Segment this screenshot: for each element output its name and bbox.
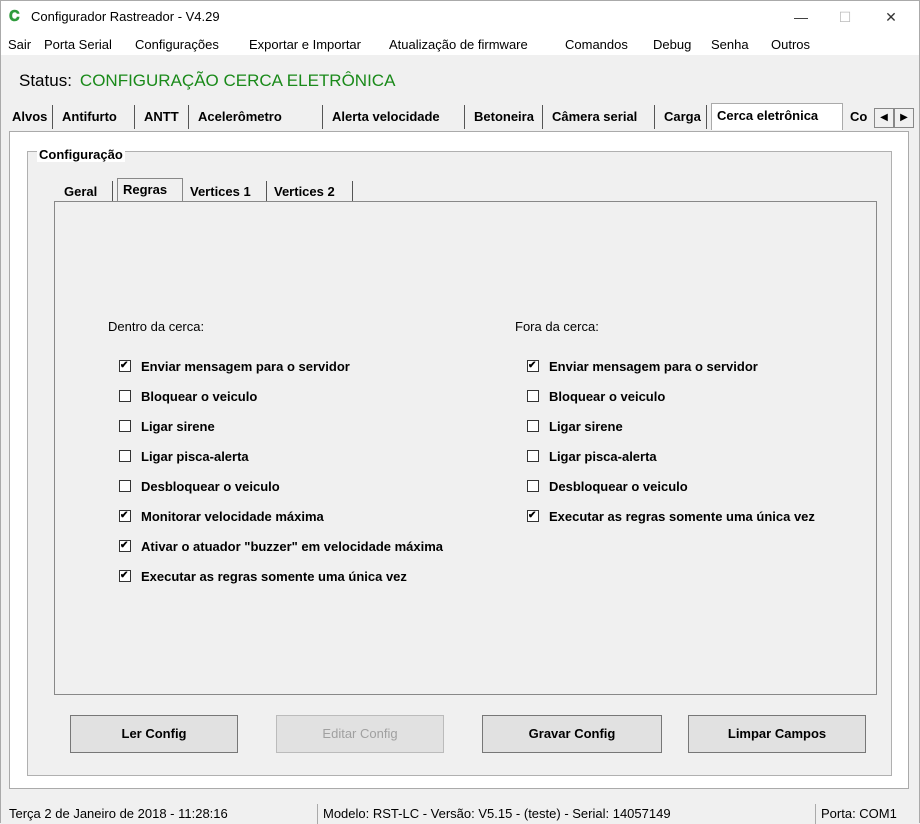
checkbox[interactable] — [119, 360, 131, 372]
statusbar-model: Modelo: RST-LC - Versão: V5.15 - (teste)… — [323, 806, 671, 821]
tab-antt[interactable]: ANTT — [139, 105, 189, 129]
gravar-config-button[interactable]: Gravar Config — [482, 715, 662, 753]
window-title: Configurador Rastreador - V4.29 — [31, 9, 220, 24]
checkbox[interactable] — [119, 420, 131, 432]
checkbox[interactable] — [527, 480, 539, 492]
checkbox-label: Ativar o atuador "buzzer" em velocidade … — [141, 538, 444, 554]
checkbox[interactable] — [527, 510, 539, 522]
tab-geral[interactable]: Geral — [59, 181, 113, 203]
dentro-checkbox-row[interactable]: Ativar o atuador "buzzer" em velocidade … — [119, 537, 443, 555]
checkbox-label: Desbloquear o veiculo — [549, 478, 688, 494]
menu-atualizacao-firmware[interactable]: Atualização de firmware — [389, 37, 528, 52]
menu-debug[interactable]: Debug — [653, 37, 691, 52]
checkbox-label: Bloquear o veiculo — [141, 388, 258, 404]
groupbox-title: Configuração — [37, 147, 125, 162]
checkbox-label: Enviar mensagem para o servidor — [549, 358, 758, 374]
menu-configuracoes[interactable]: Configurações — [135, 37, 219, 52]
tab-cerca-eletronica[interactable]: Cerca eletrônica — [711, 103, 843, 130]
tab-betoneira[interactable]: Betoneira — [469, 105, 543, 129]
title-bar: 𝐂 Configurador Rastreador - V4.29 — ☐ ✕ — [1, 1, 919, 33]
tab-regras[interactable]: Regras — [117, 178, 183, 202]
fora-checkbox-row[interactable]: Executar as regras somente uma única vez — [527, 507, 815, 525]
dentro-checkbox-row[interactable]: Ligar sirene — [119, 417, 215, 435]
app-logo-icon: 𝐂 — [9, 8, 20, 25]
fora-checkbox-row[interactable]: Desbloquear o veiculo — [527, 477, 688, 495]
checkbox[interactable] — [527, 450, 539, 462]
checkbox-label: Ligar sirene — [549, 418, 623, 434]
status-line: Status: CONFIGURAÇÃO CERCA ELETRÔNICA — [19, 71, 395, 91]
fora-checkbox-row[interactable]: Ligar sirene — [527, 417, 623, 435]
checkbox-label: Ligar pisca-alerta — [549, 448, 657, 464]
fora-checkbox-row[interactable]: Ligar pisca-alerta — [527, 447, 657, 465]
checkbox[interactable] — [527, 390, 539, 402]
checkbox-label: Enviar mensagem para o servidor — [141, 358, 350, 374]
close-button[interactable]: ✕ — [869, 5, 913, 29]
menu-bar: Sair Porta Serial Configurações Exportar… — [1, 33, 919, 55]
status-bar: Terça 2 de Janeiro de 2018 - 11:28:16 Mo… — [1, 803, 919, 824]
tab-antifurto[interactable]: Antifurto — [57, 105, 135, 129]
checkbox-label: Desbloquear o veiculo — [141, 478, 280, 494]
limpar-campos-button[interactable]: Limpar Campos — [688, 715, 866, 753]
tab-vertices-1[interactable]: Vertices 1 — [185, 181, 267, 203]
checkbox[interactable] — [527, 420, 539, 432]
checkbox-label: Executar as regras somente uma única vez — [549, 508, 815, 524]
checkbox-label: Executar as regras somente uma única vez — [141, 568, 407, 584]
dentro-checkbox-row[interactable]: Executar as regras somente uma única vez — [119, 567, 407, 585]
fora-checkbox-row[interactable]: Bloquear o veiculo — [527, 387, 665, 405]
menu-sair[interactable]: Sair — [8, 37, 31, 52]
checkbox[interactable] — [119, 390, 131, 402]
tab-scroll-right-icon[interactable]: ▶ — [894, 108, 914, 128]
dentro-checkbox-row[interactable]: Desbloquear o veiculo — [119, 477, 280, 495]
menu-comandos[interactable]: Comandos — [565, 37, 628, 52]
fora-title: Fora da cerca: — [515, 319, 599, 334]
tab-scroll-left-icon[interactable]: ◀ — [874, 108, 894, 128]
ler-config-button[interactable]: Ler Config — [70, 715, 238, 753]
checkbox[interactable] — [119, 570, 131, 582]
tab-carga[interactable]: Carga — [659, 105, 707, 129]
checkbox[interactable] — [119, 480, 131, 492]
menu-senha[interactable]: Senha — [711, 37, 749, 52]
statusbar-datetime: Terça 2 de Janeiro de 2018 - 11:28:16 — [9, 806, 228, 821]
dentro-checkbox-row[interactable]: Ligar pisca-alerta — [119, 447, 249, 465]
status-value: CONFIGURAÇÃO CERCA ELETRÔNICA — [79, 71, 396, 90]
app-window: 𝐂 Configurador Rastreador - V4.29 — ☐ ✕ … — [0, 0, 920, 824]
statusbar-divider — [815, 804, 816, 824]
tab-alvos[interactable]: Alvos — [7, 105, 53, 129]
checkbox-label: Ligar pisca-alerta — [141, 448, 249, 464]
menu-exportar-importar[interactable]: Exportar e Importar — [249, 37, 361, 52]
menu-porta-serial[interactable]: Porta Serial — [44, 37, 112, 52]
tab-scroll-buttons: ◀ ▶ — [874, 108, 916, 128]
maximize-button[interactable]: ☐ — [823, 5, 867, 29]
checkbox[interactable] — [119, 450, 131, 462]
tab-camera-serial[interactable]: Câmera serial — [547, 105, 655, 129]
menu-outros[interactable]: Outros — [771, 37, 810, 52]
dentro-checkbox-row[interactable]: Monitorar velocidade máxima — [119, 507, 324, 525]
checkbox[interactable] — [119, 540, 131, 552]
status-label: Status: — [19, 71, 72, 90]
checkbox[interactable] — [527, 360, 539, 372]
checkbox-label: Bloquear o veiculo — [549, 388, 666, 404]
checkbox-label: Monitorar velocidade máxima — [141, 508, 324, 524]
checkbox[interactable] — [119, 510, 131, 522]
dentro-title: Dentro da cerca: — [108, 319, 205, 334]
tab-co[interactable]: Co — [845, 105, 875, 129]
tab-alerta-velocidade[interactable]: Alerta velocidade — [327, 105, 465, 129]
dentro-checkbox-row[interactable]: Bloquear o veiculo — [119, 387, 257, 405]
fora-checkbox-row[interactable]: Enviar mensagem para o servidor — [527, 357, 758, 375]
checkbox-label: Ligar sirene — [141, 418, 215, 434]
statusbar-divider — [317, 804, 318, 824]
minimize-button[interactable]: — — [779, 5, 823, 29]
dentro-checkbox-row[interactable]: Enviar mensagem para o servidor — [119, 357, 350, 375]
tab-vertices-2[interactable]: Vertices 2 — [269, 181, 353, 203]
tab-acelerometro[interactable]: Acelerômetro — [193, 105, 323, 129]
statusbar-port: Porta: COM1 — [821, 806, 897, 821]
editar-config-button[interactable]: Editar Config — [276, 715, 444, 753]
